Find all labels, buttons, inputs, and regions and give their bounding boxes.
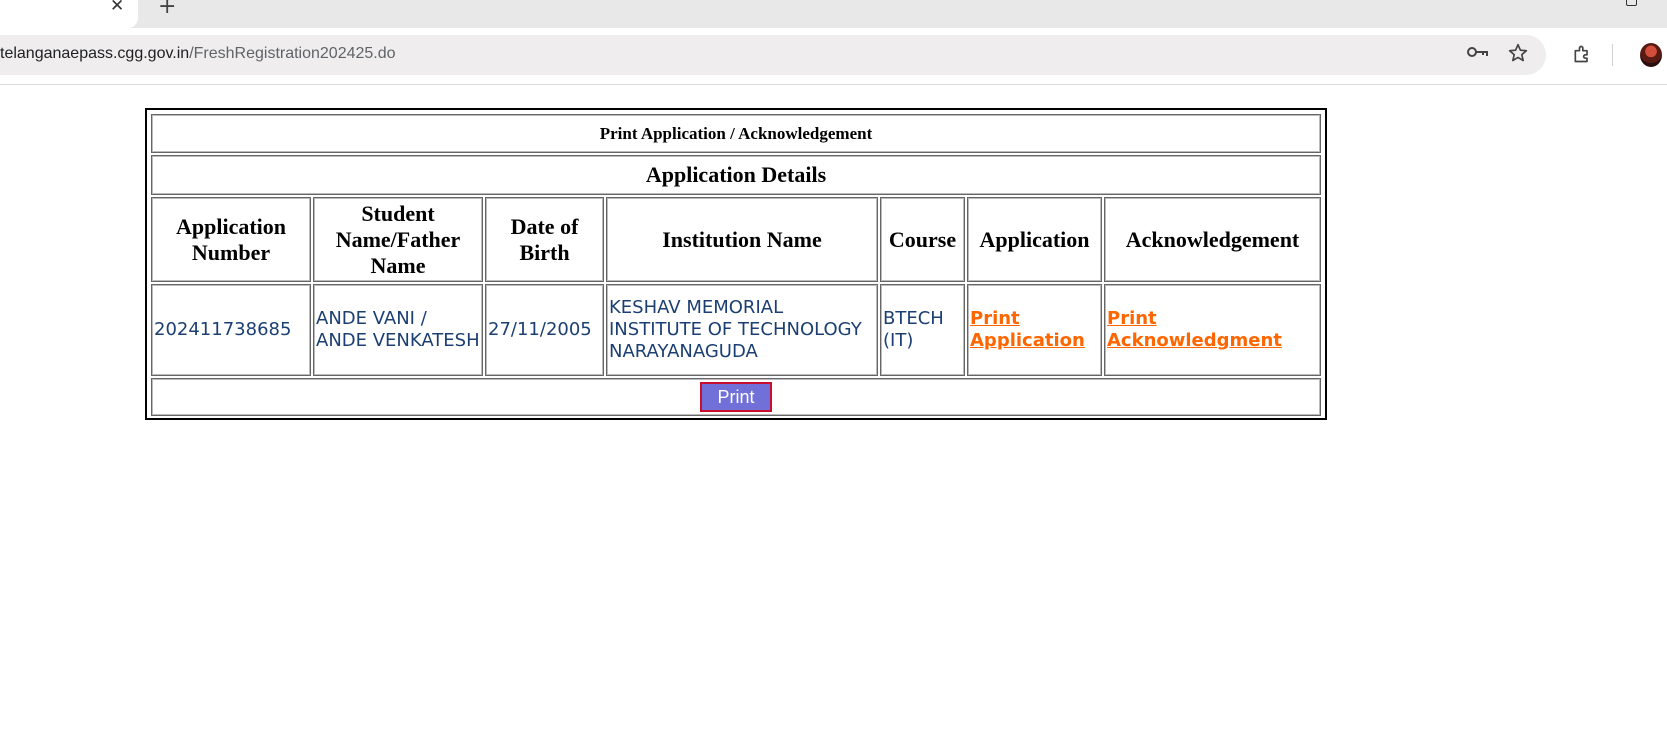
header-application-number: Application Number [151, 197, 311, 282]
browser-toolbar: telanganaepass.cgg.gov.in/FreshRegistrat… [0, 28, 1667, 85]
avatar[interactable] [1640, 43, 1662, 67]
application-table: Print Application / Acknowledgement Appl… [149, 112, 1323, 418]
page-title: Print Application / Acknowledgement [151, 114, 1321, 153]
button-row: Print [151, 378, 1321, 416]
header-date-of-birth: Date of Birth [485, 197, 604, 282]
header-acknowledgement: Acknowledgement [1104, 197, 1321, 282]
header-institution-name: Institution Name [606, 197, 878, 282]
cell-acknowledgement: Print Acknowledgment [1104, 284, 1321, 376]
url-path: /FreshRegistration202425.do [189, 45, 396, 62]
print-button[interactable]: Print [700, 382, 772, 412]
address-bar[interactable]: telanganaepass.cgg.gov.in/FreshRegistrat… [0, 35, 1546, 75]
cell-institution-name: KESHAV MEMORIAL INSTITUTE OF TECHNOLOGY … [606, 284, 878, 376]
extensions-icon[interactable] [1572, 44, 1592, 64]
print-acknowledgment-link[interactable]: Print Acknowledgment [1107, 308, 1282, 351]
table-row: 202411738685 ANDE VANI / ANDE VENKATESH … [151, 284, 1321, 376]
url-host: telanganaepass.cgg.gov.in [0, 45, 190, 62]
table-header-row: Application Number Student Name/Father N… [151, 197, 1321, 282]
toolbar-divider [1612, 44, 1613, 66]
cell-student-father-name: ANDE VANI / ANDE VENKATESH [313, 284, 483, 376]
star-icon[interactable] [1508, 43, 1528, 63]
key-icon[interactable] [1467, 45, 1489, 59]
application-panel: Print Application / Acknowledgement Appl… [145, 108, 1327, 420]
header-application: Application [967, 197, 1102, 282]
header-student-name: Student Name/Father Name [313, 197, 483, 282]
cell-date-of-birth: 27/11/2005 [485, 284, 604, 376]
cell-application: Print Application [967, 284, 1102, 376]
header-course: Course [880, 197, 965, 282]
cell-course: BTECH (IT) [880, 284, 965, 376]
close-icon[interactable]: ✕ [110, 0, 124, 16]
new-tab-icon[interactable]: + [158, 0, 176, 19]
section-title: Application Details [151, 155, 1321, 195]
active-tab[interactable]: ✕ [0, 0, 138, 28]
maximize-icon[interactable] [1626, 0, 1637, 6]
url-text[interactable]: telanganaepass.cgg.gov.in/FreshRegistrat… [0, 45, 396, 63]
print-application-link[interactable]: Print Application [970, 308, 1085, 351]
cell-application-number: 202411738685 [151, 284, 311, 376]
tab-strip: ✕ + [0, 0, 1667, 28]
